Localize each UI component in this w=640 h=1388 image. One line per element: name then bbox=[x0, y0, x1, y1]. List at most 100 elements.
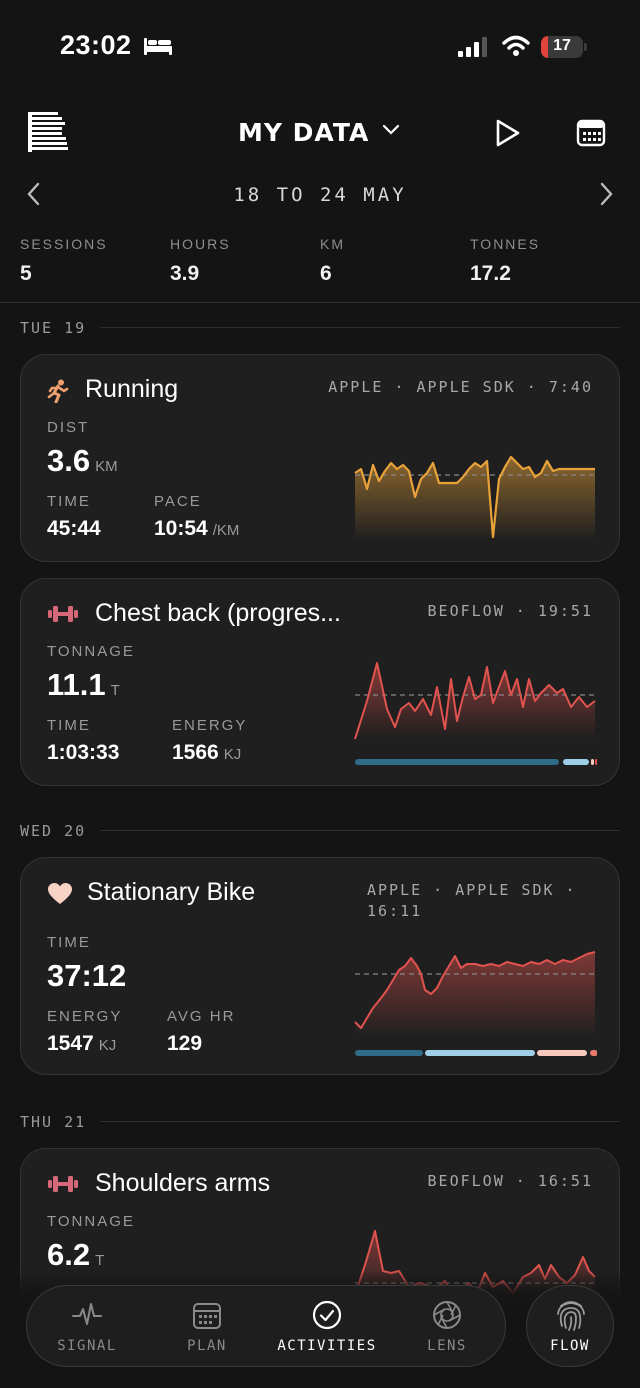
pulse-icon bbox=[72, 1303, 102, 1325]
activity-card-running[interactable]: Running APPLE · APPLE SDK · 7:40 DIST 3.… bbox=[20, 354, 620, 562]
wifi-icon bbox=[502, 35, 530, 56]
chevron-right-icon[interactable] bbox=[598, 182, 614, 206]
activity-source: APPLE · APPLE SDK · 7:40 bbox=[328, 378, 593, 396]
metric-value: 3.6 KM bbox=[47, 443, 118, 479]
nav-label: SIGNAL bbox=[57, 1338, 117, 1354]
metric-label: DIST bbox=[47, 419, 90, 436]
zone-bar-pink bbox=[591, 759, 594, 765]
summary-label: KM bbox=[320, 236, 345, 252]
summary-value: 6 bbox=[320, 262, 332, 285]
nav-label: ACTIVITIES bbox=[277, 1338, 377, 1354]
metric-value: 6.2 T bbox=[47, 1237, 104, 1273]
metric-number: 1547 bbox=[47, 1032, 94, 1055]
summary-label: TONNES bbox=[470, 236, 541, 252]
activity-source-line: 16:11 bbox=[367, 902, 423, 920]
chevron-down-icon[interactable] bbox=[382, 124, 400, 136]
page-title[interactable]: MY DATA bbox=[238, 118, 369, 147]
zone-bar-light bbox=[563, 759, 589, 765]
pace-chart bbox=[354, 455, 595, 541]
divider bbox=[100, 1121, 620, 1122]
heart-rate-chart bbox=[354, 951, 597, 1056]
metric-label: ENERGY bbox=[172, 717, 248, 734]
zone-bar-pink bbox=[537, 1050, 587, 1056]
metric-unit: /KM bbox=[212, 522, 240, 539]
activity-source-line: APPLE · APPLE SDK · bbox=[367, 881, 577, 899]
nav-activities[interactable]: ACTIVITIES bbox=[267, 1286, 387, 1368]
day-header: WED 20 bbox=[20, 822, 87, 840]
zone-bar-blue bbox=[355, 1050, 423, 1056]
chart-area bbox=[355, 663, 595, 739]
dumbbell-icon bbox=[48, 606, 78, 622]
flow-button[interactable]: FLOW bbox=[526, 1285, 614, 1367]
nav-plan[interactable]: PLAN bbox=[147, 1286, 267, 1368]
metric-value: 1:03:33 bbox=[47, 741, 120, 764]
summary-tonnes: TONNES 17.2 bbox=[470, 236, 540, 286]
bed-icon bbox=[144, 38, 172, 55]
metric-label: AVG HR bbox=[167, 1008, 236, 1025]
heart-rate-chart bbox=[354, 662, 597, 765]
activity-source: APPLE · APPLE SDK · 16:11 bbox=[367, 880, 577, 922]
metric-label: TIME bbox=[47, 717, 91, 734]
summary-value: 5 bbox=[20, 262, 32, 285]
metric-number: 3.6 bbox=[47, 443, 91, 478]
metric-value: 45:44 bbox=[47, 517, 101, 540]
battery-level: 17 bbox=[553, 37, 571, 54]
zone-bar-light bbox=[425, 1050, 535, 1056]
status-time: 23:02 bbox=[60, 30, 132, 60]
metric-label: TIME bbox=[47, 934, 91, 951]
metric-unit: T bbox=[110, 682, 120, 699]
metric-number: 1566 bbox=[172, 741, 219, 764]
metric-label: TIME bbox=[47, 493, 91, 510]
day-header: THU 21 bbox=[20, 1113, 87, 1131]
zone-bar-red bbox=[590, 1050, 597, 1056]
calendar-icon[interactable] bbox=[576, 117, 606, 147]
date-range: 18 TO 24 MAY bbox=[233, 184, 407, 206]
fingerprint-icon bbox=[557, 1301, 585, 1331]
calendar-icon bbox=[193, 1303, 221, 1329]
summary-label: SESSIONS bbox=[20, 236, 108, 252]
activity-title: Chest back (progres... bbox=[95, 599, 341, 627]
divider bbox=[0, 302, 640, 303]
activity-card-chest-back[interactable]: Chest back (progres... BEOFLOW · 19:51 T… bbox=[20, 578, 620, 786]
metric-number: 10:54 bbox=[154, 517, 208, 540]
metric-value: 11.1 T bbox=[47, 667, 120, 703]
activity-source: BEOFLOW · 19:51 bbox=[427, 602, 593, 620]
zone-bar-blue bbox=[355, 759, 559, 765]
nav-lens[interactable]: LENS bbox=[387, 1286, 507, 1368]
battery-indicator: 17 bbox=[541, 36, 583, 58]
running-icon bbox=[47, 379, 69, 403]
activity-title: Shoulders arms bbox=[95, 1169, 271, 1197]
summary-label: HOURS bbox=[170, 236, 231, 252]
metric-value: 37:12 bbox=[47, 958, 127, 993]
status-bar: 23:02 17 bbox=[0, 0, 640, 96]
play-icon[interactable] bbox=[494, 118, 522, 148]
metric-unit: KM bbox=[95, 458, 118, 475]
metric-label: PACE bbox=[154, 493, 202, 510]
metric-unit: KJ bbox=[223, 746, 242, 763]
summary-hours: HOURS 3.9 bbox=[170, 236, 231, 286]
nav-label: LENS bbox=[427, 1338, 467, 1354]
metric-number: 6.2 bbox=[47, 1237, 91, 1272]
divider bbox=[100, 830, 620, 831]
metric-value: 129 bbox=[167, 1032, 203, 1055]
flow-label: FLOW bbox=[550, 1338, 590, 1354]
nav-signal[interactable]: SIGNAL bbox=[27, 1286, 147, 1368]
metric-label: TONNAGE bbox=[47, 643, 135, 660]
zone-bar-red bbox=[595, 759, 597, 765]
metric-value: 1547 KJ bbox=[47, 1032, 116, 1056]
activity-title: Running bbox=[85, 375, 179, 403]
check-circle-icon bbox=[312, 1300, 342, 1330]
bottom-nav: SIGNAL PLAN ACTIVITIES LENS bbox=[26, 1285, 506, 1367]
logo-icon[interactable] bbox=[28, 112, 70, 152]
summary-value: 17.2 bbox=[470, 262, 511, 285]
nav-label: PLAN bbox=[187, 1338, 227, 1354]
summary-km: KM 6 bbox=[320, 236, 345, 286]
metric-unit: KJ bbox=[98, 1037, 117, 1054]
metric-number: 11.1 bbox=[47, 667, 106, 702]
dumbbell-icon bbox=[48, 1176, 78, 1192]
metric-label: ENERGY bbox=[47, 1008, 123, 1025]
metric-label: TONNAGE bbox=[47, 1213, 135, 1230]
activity-title: Stationary Bike bbox=[87, 878, 256, 906]
activity-card-stationary-bike[interactable]: Stationary Bike APPLE · APPLE SDK · 16:1… bbox=[20, 857, 620, 1075]
activity-source: BEOFLOW · 16:51 bbox=[427, 1172, 593, 1190]
